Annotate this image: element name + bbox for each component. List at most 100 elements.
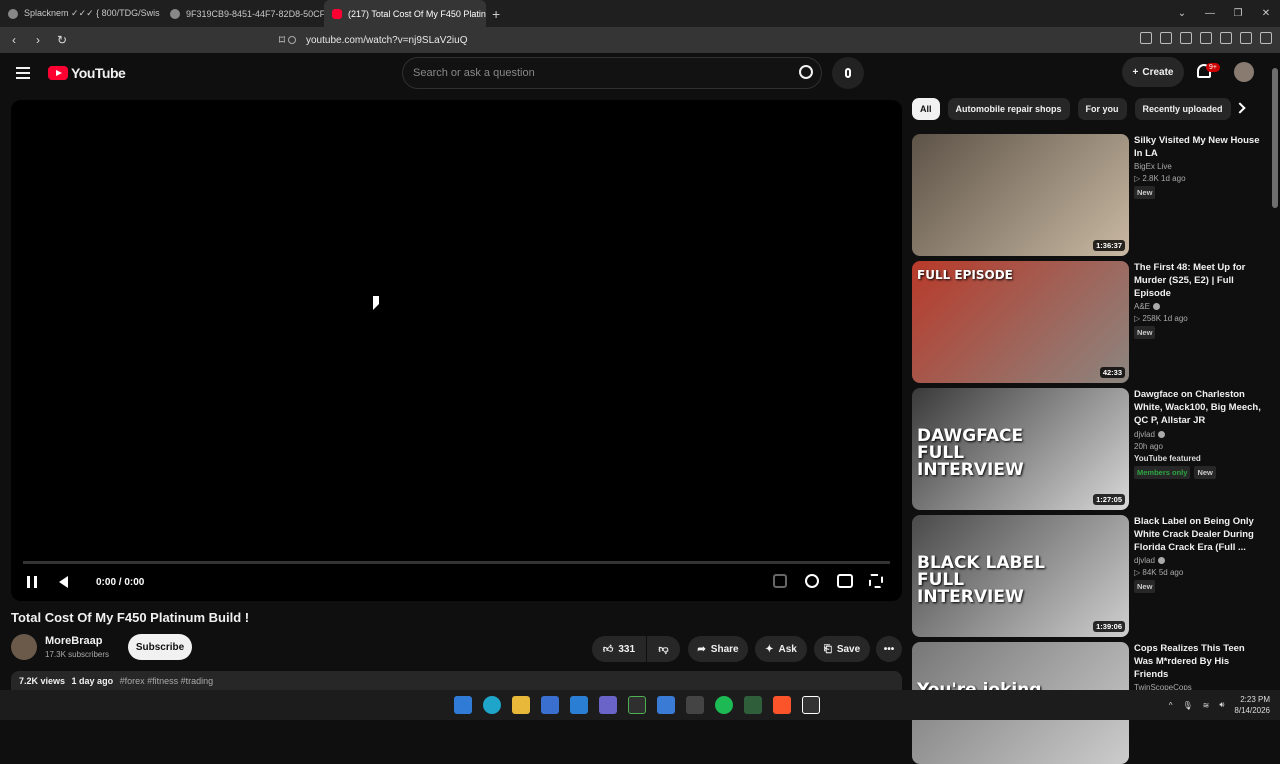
duration-badge: 42:33 <box>1099 367 1125 378</box>
mail-icon[interactable] <box>570 696 588 714</box>
reload-button[interactable]: ↻ <box>52 33 72 47</box>
channel-avatar[interactable] <box>11 634 37 660</box>
chip-for-you[interactable]: For you <box>1077 98 1127 120</box>
taskbar-apps <box>454 696 820 714</box>
vpn-icon[interactable] <box>1240 32 1252 44</box>
mic-tray-icon[interactable]: 🎙︎ <box>1183 701 1193 710</box>
recommendation-title[interactable]: Dawgface on Charleston White, Wack100, B… <box>1134 388 1262 428</box>
more-actions-button[interactable]: ••• <box>876 636 902 662</box>
share-button[interactable]: ➦ Share <box>688 636 748 662</box>
tab-search-icon[interactable]: ⌄ <box>1168 8 1196 19</box>
description-box[interactable]: 7.2K views 1 day ago #forex #fitness #tr… <box>11 671 902 691</box>
settings-gear-icon[interactable] <box>805 574 819 588</box>
windows-start-icon[interactable] <box>454 696 472 714</box>
recommendation-channel[interactable]: BigEx Live <box>1134 162 1262 171</box>
file-explorer-icon[interactable] <box>512 696 530 714</box>
chip-recently-uploaded[interactable]: Recently uploaded <box>1134 98 1231 120</box>
search-input[interactable]: Search or ask a question <box>402 57 822 89</box>
wifi-icon[interactable]: ≋ <box>1203 701 1210 710</box>
hamburger-menu-icon[interactable] <box>16 67 30 79</box>
recommendation-title[interactable]: The First 48: Meet Up for Murder (S25, E… <box>1134 261 1262 300</box>
store-icon[interactable] <box>541 696 559 714</box>
back-button[interactable]: ‹ <box>4 33 24 47</box>
view-count: 7.2K views <box>19 676 66 686</box>
new-tab-button[interactable]: + <box>492 6 500 22</box>
recommendation-stats: ▷ 84K 5d ago <box>1134 568 1184 577</box>
browser-tab[interactable]: Splacknem ✓✓✓ { 800/TDG/Swis <box>0 0 162 27</box>
account-avatar[interactable] <box>1234 62 1254 82</box>
speaker-icon[interactable]: 🔊︎ <box>1219 700 1224 710</box>
page-scrollbar[interactable] <box>1272 68 1278 208</box>
wallet-icon[interactable] <box>1200 32 1212 44</box>
chevron-up-icon[interactable]: ^ <box>1169 701 1173 710</box>
upload-age: 1 day ago <box>71 676 114 686</box>
excel-icon[interactable] <box>744 696 762 714</box>
video-thumbnail[interactable]: DAWGFACE FULL INTERVIEW 1:27:05 <box>912 388 1129 510</box>
recommendation-card[interactable]: 1:36:37 Silky Visited My New House In LA… <box>912 134 1262 256</box>
recommendation-channel[interactable]: djvlad <box>1134 556 1262 565</box>
recommendation-channel[interactable]: A&E <box>1134 302 1262 311</box>
chip-all[interactable]: All <box>912 98 940 120</box>
chip-automobile-repair[interactable]: Automobile repair shops <box>947 98 1070 120</box>
dislike-button[interactable]: 👎︎ <box>647 636 680 662</box>
sidebar-icon[interactable] <box>1180 32 1192 44</box>
volume-icon[interactable] <box>59 576 68 588</box>
windows-taskbar: ^ 🎙︎ ≋ 🔊︎ 2:23 PM 8/14/2026 <box>0 690 1280 720</box>
leo-icon[interactable] <box>1220 32 1232 44</box>
edge-icon[interactable] <box>483 696 501 714</box>
search-icon[interactable] <box>799 65 813 79</box>
subscribe-button[interactable]: Subscribe <box>128 634 192 660</box>
video-thumbnail[interactable]: 1:36:37 <box>912 134 1129 256</box>
clock[interactable]: 2:23 PM 8/14/2026 <box>1234 694 1270 716</box>
video-thumbnail[interactable]: BLACK LABEL FULL INTERVIEW 1:39:06 <box>912 515 1129 637</box>
browser-tab-active[interactable]: (217) Total Cost Of My F450 Platin✕ <box>324 0 486 27</box>
teams-icon[interactable] <box>599 696 617 714</box>
pause-button[interactable] <box>27 576 37 588</box>
photos-icon[interactable] <box>657 696 675 714</box>
browser-tab[interactable]: 9F319CB9-8451-44F7-82D8-50CF03 <box>162 0 324 27</box>
video-title: Total Cost Of My F450 Platinum Build ! <box>11 610 250 625</box>
video-thumbnail[interactable]: FULL EPISODE 42:33 <box>912 261 1129 383</box>
youtube-logo[interactable]: YouTube <box>48 65 126 81</box>
recommendation-stats: ▷ 2.8K 1d ago <box>1134 174 1186 183</box>
fullscreen-icon[interactable] <box>869 574 883 588</box>
captions-icon[interactable] <box>773 574 787 588</box>
like-button[interactable]: 👍︎ 331 <box>592 636 646 662</box>
media-icon[interactable] <box>1160 32 1172 44</box>
chevron-right-icon[interactable] <box>1234 102 1246 114</box>
create-button[interactable]: + Create <box>1122 57 1184 87</box>
sparkle-icon: ✦ <box>765 643 774 655</box>
video-player[interactable]: 0:00 / 0:00 <box>11 100 902 601</box>
theater-mode-icon[interactable] <box>837 574 853 588</box>
maximize-button[interactable]: ❐ <box>1224 8 1252 19</box>
badge-row: Members only New <box>1134 466 1262 479</box>
progress-bar[interactable] <box>23 561 890 564</box>
save-button[interactable]: ⎗ Save <box>814 636 870 662</box>
voice-search-button[interactable] <box>832 57 864 89</box>
recommendation-title[interactable]: Silky Visited My New House In LA <box>1134 134 1262 160</box>
app-icon[interactable] <box>686 696 704 714</box>
recommendation-channel[interactable]: djvlad <box>1134 430 1262 439</box>
site-info-icon[interactable] <box>288 36 296 44</box>
recommendation-card[interactable]: DAWGFACE FULL INTERVIEW 1:27:05 Dawgface… <box>912 388 1262 510</box>
duration-badge: 1:36:37 <box>1093 240 1125 251</box>
extensions-icon[interactable] <box>1140 32 1152 44</box>
recommendation-info: Silky Visited My New House In LA BigEx L… <box>1134 134 1262 199</box>
spotify-icon[interactable] <box>715 696 733 714</box>
recommendation-card[interactable]: BLACK LABEL FULL INTERVIEW 1:39:06 Black… <box>912 515 1262 637</box>
recommendation-card[interactable]: FULL EPISODE 42:33 The First 48: Meet Up… <box>912 261 1262 383</box>
recommendation-title[interactable]: Cops Realizes This Teen Was M*rdered By … <box>1134 642 1262 681</box>
terminal-icon[interactable] <box>628 696 646 714</box>
brave-icon[interactable] <box>773 696 791 714</box>
hashtags[interactable]: #forex #fitness #trading <box>120 676 214 686</box>
channel-name[interactable]: MoreBraap <box>45 635 102 647</box>
close-window-button[interactable]: ✕ <box>1252 8 1280 19</box>
epic-games-icon[interactable] <box>802 696 820 714</box>
url-field[interactable]: youtube.com/watch?v=nj9SLaV2iuQ <box>280 30 1000 50</box>
thumbnail-caption: BLACK LABEL FULL INTERVIEW <box>917 553 1045 607</box>
minimize-button[interactable]: — <box>1196 8 1224 19</box>
menu-icon[interactable] <box>1260 32 1272 44</box>
forward-button[interactable]: › <box>28 33 48 47</box>
ask-button[interactable]: ✦ Ask <box>755 636 807 662</box>
recommendation-title[interactable]: Black Label on Being Only White Crack De… <box>1134 515 1262 554</box>
